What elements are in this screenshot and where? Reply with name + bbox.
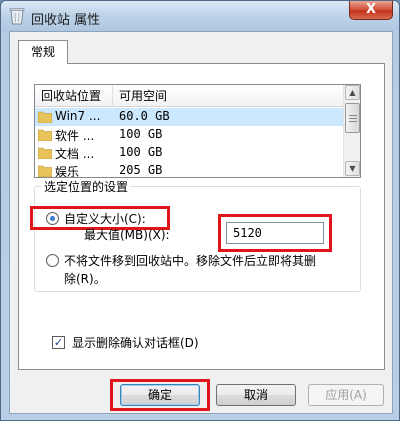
- list-item-space: 100 GB: [119, 145, 163, 159]
- folder-icon: [38, 165, 52, 177]
- window-title: 回收站 属性: [31, 13, 101, 28]
- list-item-location: 文档 ...: [55, 147, 95, 161]
- cancel-button[interactable]: 取消: [216, 384, 296, 406]
- title-bar[interactable]: 回收站 属性 X: [1, 1, 399, 31]
- confirm-delete-checkbox[interactable]: ✓: [52, 336, 65, 349]
- recycle-bin-icon: [9, 8, 25, 25]
- delete-immediately-label-line2[interactable]: 除(R)。: [64, 270, 106, 287]
- max-size-label: 最大值(MB)(X):: [84, 228, 170, 242]
- scroll-up-icon[interactable]: ▲: [345, 85, 360, 100]
- list-item-space: 100 GB: [119, 127, 163, 141]
- vertical-scrollbar[interactable]: ▲ ▼: [343, 85, 360, 177]
- tab-general[interactable]: 常规: [18, 40, 68, 64]
- dialog-client-area: 常规 回收站位置 可用空间 Win7 ... 60.0 GB 软件 ... 10…: [9, 31, 393, 414]
- list-item[interactable]: 软件 ... 100 GB: [35, 126, 345, 144]
- ok-button[interactable]: 确定: [120, 384, 200, 406]
- scroll-thumb[interactable]: [345, 103, 360, 133]
- recycle-bin-properties-dialog: 回收站 属性 X 常规 回收站位置 可用空间 Win7 ... 60.0 GB …: [0, 0, 400, 421]
- scroll-down-icon[interactable]: ▼: [345, 161, 360, 176]
- folder-icon: [38, 111, 52, 123]
- location-settings-label: 选定位置的设置: [42, 178, 131, 195]
- list-item-location: Win7 ...: [55, 109, 101, 123]
- list-item-space: 60.0 GB: [119, 109, 170, 123]
- folder-icon: [38, 129, 52, 141]
- close-button[interactable]: X: [349, 1, 393, 20]
- list-item[interactable]: Win7 ... 60.0 GB: [35, 108, 345, 126]
- column-header-free-space[interactable]: 可用空间: [113, 85, 345, 107]
- list-item-location: 娱乐: [55, 165, 80, 178]
- list-item-space: 205 GB: [119, 163, 163, 177]
- custom-size-radio[interactable]: [46, 212, 59, 225]
- list-item[interactable]: 娱乐 205 GB: [35, 162, 345, 178]
- list-header: 回收站位置 可用空间: [35, 85, 345, 107]
- delete-immediately-label-line1[interactable]: 不将文件移到回收站中。移除文件后立即将其删: [64, 252, 316, 269]
- apply-button[interactable]: 应用(A): [308, 384, 384, 406]
- recycle-bin-locations-list[interactable]: 回收站位置 可用空间 Win7 ... 60.0 GB 软件 ... 100 G…: [34, 84, 361, 178]
- folder-icon: [38, 147, 52, 159]
- column-header-location[interactable]: 回收站位置: [35, 85, 113, 107]
- custom-size-label[interactable]: 自定义大小(C):: [64, 210, 146, 227]
- delete-immediately-radio[interactable]: [46, 254, 59, 267]
- list-item-location: 软件 ...: [55, 129, 95, 143]
- confirm-delete-label[interactable]: 显示删除确认对话框(D): [72, 334, 199, 351]
- list-item[interactable]: 文档 ... 100 GB: [35, 144, 345, 162]
- max-size-input[interactable]: 5120: [226, 222, 324, 244]
